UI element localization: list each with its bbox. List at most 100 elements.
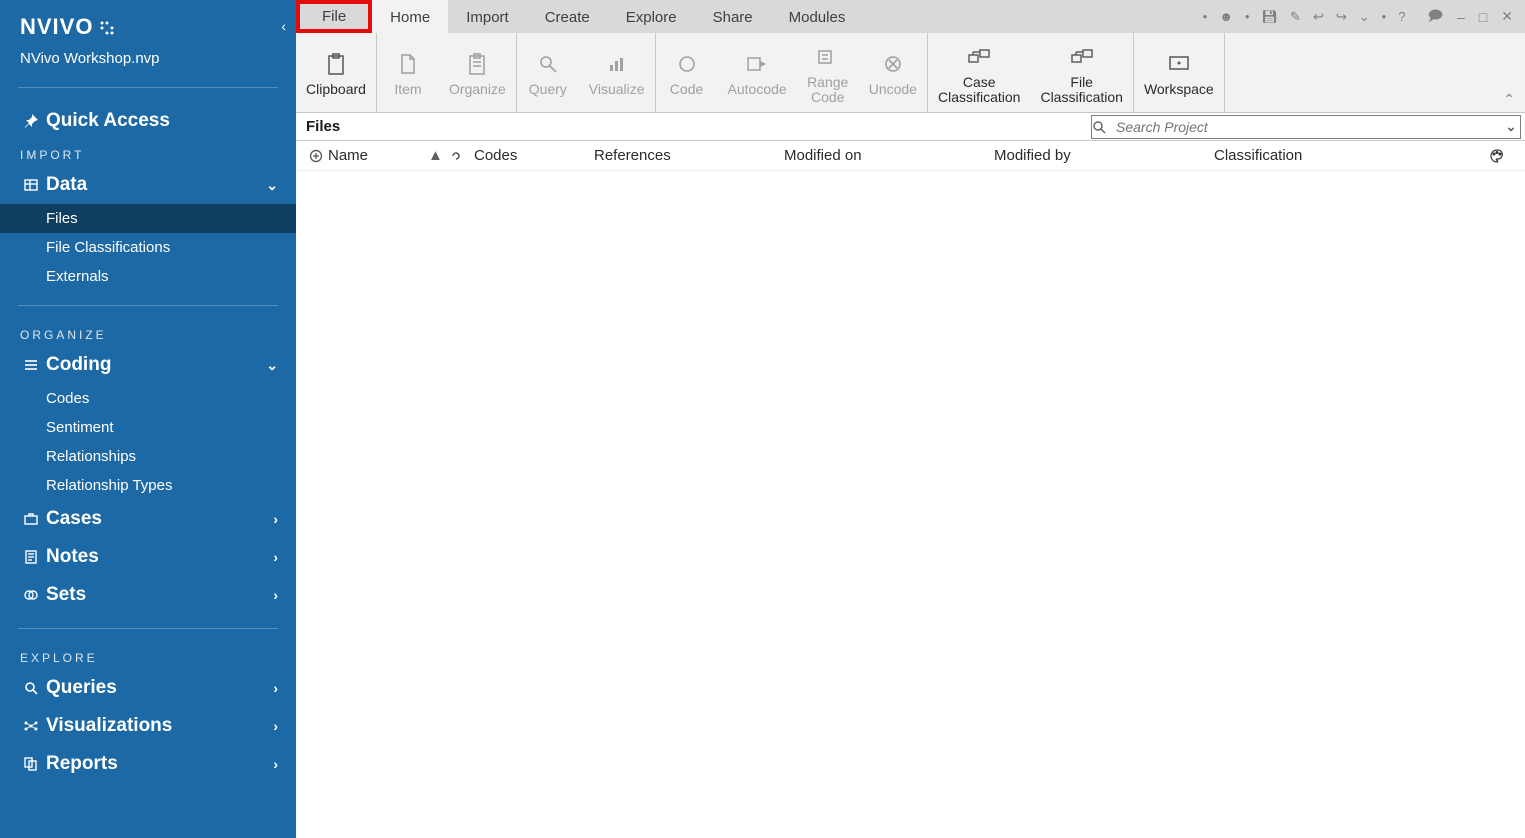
sidebar-item-queries[interactable]: Queries › xyxy=(0,669,296,707)
notes-icon xyxy=(20,549,42,565)
feedback-icon[interactable]: 🗩︎ xyxy=(1427,5,1443,29)
ribbon-uncode-button[interactable]: Uncode xyxy=(859,33,927,112)
sidebar-collapse-button[interactable]: ‹ xyxy=(281,18,286,34)
qat-user-icon[interactable]: ☻ xyxy=(1219,9,1233,24)
sidebar-subitem-relationship-types[interactable]: Relationship Types xyxy=(0,471,296,500)
uncode-icon xyxy=(882,50,904,78)
sidebar-subitem-sentiment[interactable]: Sentiment xyxy=(0,413,296,442)
section-label-import: IMPORT xyxy=(0,140,296,166)
section-label-explore: EXPLORE xyxy=(0,643,296,669)
chevron-right-icon: › xyxy=(273,756,278,772)
column-references[interactable]: References xyxy=(594,147,784,164)
chart-icon xyxy=(606,50,628,78)
quick-access-label: Quick Access xyxy=(46,110,278,132)
add-row-button[interactable] xyxy=(304,149,328,163)
search-dropdown-icon[interactable]: ⌄ xyxy=(1502,119,1520,135)
sidebar-item-cases[interactable]: Cases › xyxy=(0,500,296,538)
column-modified-by[interactable]: Modified by xyxy=(994,147,1214,164)
ribbon-query-button[interactable]: Query xyxy=(517,33,579,112)
sidebar: NVIVO ‹ NVivo Workshop.nvp Quick Access … xyxy=(0,0,296,838)
sidebar-visualizations-label: Visualizations xyxy=(46,715,273,737)
qat-save-icon[interactable]: 💾︎ xyxy=(1262,9,1279,25)
sidebar-subitem-files[interactable]: Files xyxy=(0,204,296,233)
window-controls: 🗩︎ – □ ✕ xyxy=(1415,0,1525,33)
sidebar-item-coding[interactable]: Coding ⌄ xyxy=(0,346,296,384)
palette-icon[interactable] xyxy=(1489,148,1517,164)
link-icon[interactable] xyxy=(448,150,474,162)
column-codes[interactable]: Codes xyxy=(474,147,594,164)
ribbon-case-classification-label: Case Classification xyxy=(938,75,1020,105)
cases-icon xyxy=(20,511,42,527)
qat-redo-icon[interactable]: ↪ xyxy=(1336,9,1347,25)
sidebar-cases-label: Cases xyxy=(46,508,273,530)
tab-modules[interactable]: Modules xyxy=(771,0,864,33)
organize-icon xyxy=(466,50,488,78)
chevron-down-icon: ⌄ xyxy=(266,177,278,194)
ribbon-code-button[interactable]: Code xyxy=(656,33,718,112)
sidebar-notes-label: Notes xyxy=(46,546,273,568)
tab-share[interactable]: Share xyxy=(695,0,771,33)
panel-title: Files xyxy=(296,114,350,139)
qat-dot-icon[interactable]: • xyxy=(1245,9,1250,24)
qat-undo-icon[interactable]: ↩ xyxy=(1313,9,1324,25)
search-project-input[interactable] xyxy=(1116,119,1502,135)
sidebar-data-label: Data xyxy=(46,174,266,196)
sidebar-sets-label: Sets xyxy=(46,584,273,606)
ribbon-range-code-label: Range Code xyxy=(807,75,848,105)
minimize-icon[interactable]: – xyxy=(1457,9,1465,25)
ribbon-workspace-label: Workspace xyxy=(1144,82,1214,97)
sidebar-subitem-relationships[interactable]: Relationships xyxy=(0,442,296,471)
file-classification-icon xyxy=(1069,43,1095,71)
qat-edit-icon[interactable]: ✎ xyxy=(1290,9,1301,25)
tab-create[interactable]: Create xyxy=(527,0,608,33)
chevron-right-icon: › xyxy=(273,718,278,734)
workspace-icon xyxy=(1167,50,1191,78)
ribbon-case-classification-button[interactable]: Case Classification xyxy=(928,33,1030,112)
column-classification[interactable]: Classification xyxy=(1214,147,1489,164)
sets-icon xyxy=(20,587,42,603)
ribbon-organize-label: Organize xyxy=(449,82,506,97)
ribbon-visualize-label: Visualize xyxy=(589,82,645,97)
clipboard-icon xyxy=(325,50,347,78)
tab-import[interactable]: Import xyxy=(448,0,527,33)
ribbon-item-button[interactable]: Item xyxy=(377,33,439,112)
pin-icon xyxy=(20,113,42,129)
sidebar-item-visualizations[interactable]: Visualizations › xyxy=(0,707,296,745)
column-name[interactable]: Name xyxy=(328,147,428,164)
ribbon-range-code-button[interactable]: Range Code xyxy=(797,33,859,112)
main-tabbar: File Home Import Create Explore Share Mo… xyxy=(296,0,1525,33)
sidebar-subitem-externals[interactable]: Externals xyxy=(0,262,296,291)
ribbon-clipboard-button[interactable]: Clipboard xyxy=(296,33,376,112)
qat-customize-icon[interactable]: ⌄ xyxy=(1359,9,1370,25)
ribbon-organize-button[interactable]: Organize xyxy=(439,33,516,112)
search-project-field[interactable]: ⌄ xyxy=(1091,115,1521,139)
maximize-icon[interactable]: □ xyxy=(1479,9,1487,25)
data-icon xyxy=(20,177,42,193)
sort-asc-icon[interactable]: ▲ xyxy=(428,147,448,164)
ribbon-visualize-button[interactable]: Visualize xyxy=(579,33,655,112)
sidebar-queries-label: Queries xyxy=(46,677,273,699)
tab-explore[interactable]: Explore xyxy=(608,0,695,33)
chevron-right-icon: › xyxy=(273,680,278,696)
column-modified-on[interactable]: Modified on xyxy=(784,147,994,164)
sidebar-subitem-file-classifications[interactable]: File Classifications xyxy=(0,233,296,262)
close-icon[interactable]: ✕ xyxy=(1501,8,1513,25)
ribbon-workspace-button[interactable]: Workspace xyxy=(1134,33,1224,112)
quick-access-button[interactable]: Quick Access xyxy=(0,102,296,140)
sidebar-item-data[interactable]: Data ⌄ xyxy=(0,166,296,204)
qat-help-icon[interactable]: ? xyxy=(1398,9,1405,24)
tab-file[interactable]: File xyxy=(296,0,372,33)
chevron-right-icon: › xyxy=(273,511,278,527)
ribbon-item-label: Item xyxy=(394,82,421,97)
sidebar-item-notes[interactable]: Notes › xyxy=(0,538,296,576)
qat-dot-icon[interactable]: • xyxy=(1382,9,1387,24)
ribbon-autocode-button[interactable]: Autocode xyxy=(718,33,797,112)
sidebar-subitem-codes[interactable]: Codes xyxy=(0,384,296,413)
qat-dot-icon[interactable]: • xyxy=(1203,9,1208,24)
sidebar-coding-label: Coding xyxy=(46,354,266,376)
sidebar-item-reports[interactable]: Reports › xyxy=(0,745,296,783)
tab-home[interactable]: Home xyxy=(372,0,448,33)
ribbon-file-classification-button[interactable]: File Classification xyxy=(1030,33,1132,112)
ribbon-collapse-button[interactable]: ⌃ xyxy=(1503,91,1515,108)
sidebar-item-sets[interactable]: Sets › xyxy=(0,576,296,614)
